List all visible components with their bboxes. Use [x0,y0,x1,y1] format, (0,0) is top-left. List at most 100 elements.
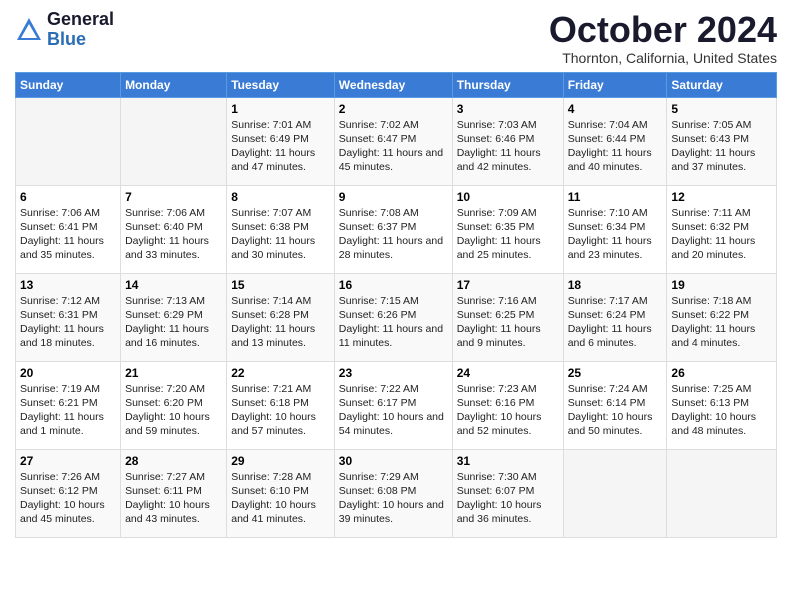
calendar-week-row: 6Sunrise: 7:06 AM Sunset: 6:41 PM Daylig… [16,185,777,273]
day-info: Sunrise: 7:27 AM Sunset: 6:11 PM Dayligh… [125,470,222,527]
calendar-cell [667,449,777,537]
day-info: Sunrise: 7:04 AM Sunset: 6:44 PM Dayligh… [568,118,663,175]
day-number: 10 [457,190,559,204]
day-number: 21 [125,366,222,380]
day-info: Sunrise: 7:08 AM Sunset: 6:37 PM Dayligh… [339,206,448,263]
day-number: 31 [457,454,559,468]
calendar-cell: 29Sunrise: 7:28 AM Sunset: 6:10 PM Dayli… [227,449,335,537]
day-info: Sunrise: 7:07 AM Sunset: 6:38 PM Dayligh… [231,206,330,263]
day-info: Sunrise: 7:14 AM Sunset: 6:28 PM Dayligh… [231,294,330,351]
calendar-cell: 18 Sunrise: 7:17 AM Sunset: 6:24 PM Dayli… [563,273,667,361]
day-info: Sunrise: 7:24 AM Sunset: 6:14 PM Dayligh… [568,382,663,439]
day-number: 17 [457,278,559,292]
day-info: Sunrise: 7:17 AM Sunset: 6:24 PM Dayligh… [568,294,663,351]
day-number: 30 [339,454,448,468]
day-info: Sunrise: 7:05 AM Sunset: 6:43 PM Dayligh… [671,118,772,175]
day-info: Sunrise: 7:18 AM Sunset: 6:22 PM Dayligh… [671,294,772,351]
calendar-cell: 8 Sunrise: 7:07 AM Sunset: 6:38 PM Daylig… [227,185,335,273]
calendar-cell [563,449,667,537]
calendar-week-row: 13 Sunrise: 7:12 AM Sunset: 6:31 PM Dayli… [16,273,777,361]
location: Thornton, California, United States [549,50,777,66]
calendar-cell: 1 Sunrise: 7:01 AM Sunset: 6:49 PM Daylig… [227,97,335,185]
calendar-cell: 28 Sunrise: 7:27 AM Sunset: 6:11 PM Dayli… [121,449,227,537]
day-number: 15 [231,278,330,292]
header-sunday: Sunday [16,72,121,97]
day-number: 13 [20,278,116,292]
calendar-cell [121,97,227,185]
calendar-cell: 22Sunrise: 7:21 AM Sunset: 6:18 PM Dayli… [227,361,335,449]
calendar-cell: 11Sunrise: 7:10 AM Sunset: 6:34 PM Dayli… [563,185,667,273]
calendar-cell: 19 Sunrise: 7:18 AM Sunset: 6:22 PM Dayli… [667,273,777,361]
title-area: October 2024 Thornton, California, Unite… [549,10,777,66]
header-friday: Friday [563,72,667,97]
calendar-week-row: 20Sunrise: 7:19 AM Sunset: 6:21 PM Dayli… [16,361,777,449]
day-info: Sunrise: 7:03 AM Sunset: 6:46 PM Dayligh… [457,118,559,175]
day-number: 14 [125,278,222,292]
day-number: 8 [231,190,330,204]
calendar-cell: 10 Sunrise: 7:09 AM Sunset: 6:35 PM Dayli… [452,185,563,273]
header-saturday: Saturday [667,72,777,97]
day-info: Sunrise: 7:06 AM Sunset: 6:41 PM Dayligh… [20,206,116,263]
day-number: 19 [671,278,772,292]
day-number: 28 [125,454,222,468]
header-monday: Monday [121,72,227,97]
day-info: Sunrise: 7:09 AM Sunset: 6:35 PM Dayligh… [457,206,559,263]
day-info: Sunrise: 7:30 AM Sunset: 6:07 PM Dayligh… [457,470,559,527]
day-info: Sunrise: 7:16 AM Sunset: 6:25 PM Dayligh… [457,294,559,351]
day-number: 2 [339,102,448,116]
calendar-table: SundayMondayTuesdayWednesdayThursdayFrid… [15,72,777,538]
calendar-week-row: 1 Sunrise: 7:01 AM Sunset: 6:49 PM Daylig… [16,97,777,185]
calendar-cell: 2Sunrise: 7:02 AM Sunset: 6:47 PM Daylig… [334,97,452,185]
month-title: October 2024 [549,10,777,50]
day-info: Sunrise: 7:19 AM Sunset: 6:21 PM Dayligh… [20,382,116,439]
day-info: Sunrise: 7:15 AM Sunset: 6:26 PM Dayligh… [339,294,448,351]
calendar-header-row: SundayMondayTuesdayWednesdayThursdayFrid… [16,72,777,97]
day-info: Sunrise: 7:13 AM Sunset: 6:29 PM Dayligh… [125,294,222,351]
calendar-cell: 17 Sunrise: 7:16 AM Sunset: 6:25 PM Dayli… [452,273,563,361]
calendar-cell: 27 Sunrise: 7:26 AM Sunset: 6:12 PM Dayli… [16,449,121,537]
calendar-cell: 31 Sunrise: 7:30 AM Sunset: 6:07 PM Dayli… [452,449,563,537]
header-thursday: Thursday [452,72,563,97]
day-number: 24 [457,366,559,380]
day-info: Sunrise: 7:26 AM Sunset: 6:12 PM Dayligh… [20,470,116,527]
day-info: Sunrise: 7:06 AM Sunset: 6:40 PM Dayligh… [125,206,222,263]
day-number: 27 [20,454,116,468]
calendar-cell: 21Sunrise: 7:20 AM Sunset: 6:20 PM Dayli… [121,361,227,449]
day-info: Sunrise: 7:11 AM Sunset: 6:32 PM Dayligh… [671,206,772,263]
day-number: 1 [231,102,330,116]
day-number: 18 [568,278,663,292]
header-wednesday: Wednesday [334,72,452,97]
calendar-week-row: 27 Sunrise: 7:26 AM Sunset: 6:12 PM Dayli… [16,449,777,537]
calendar-cell: 3 Sunrise: 7:03 AM Sunset: 6:46 PM Daylig… [452,97,563,185]
calendar-cell: 26 Sunrise: 7:25 AM Sunset: 6:13 PM Dayli… [667,361,777,449]
day-info: Sunrise: 7:25 AM Sunset: 6:13 PM Dayligh… [671,382,772,439]
day-info: Sunrise: 7:01 AM Sunset: 6:49 PM Dayligh… [231,118,330,175]
logo-icon [15,16,43,44]
day-info: Sunrise: 7:21 AM Sunset: 6:18 PM Dayligh… [231,382,330,439]
calendar-cell: 24 Sunrise: 7:23 AM Sunset: 6:16 PM Dayli… [452,361,563,449]
calendar-cell: 13 Sunrise: 7:12 AM Sunset: 6:31 PM Dayli… [16,273,121,361]
logo-blue: Blue [47,30,114,50]
day-info: Sunrise: 7:12 AM Sunset: 6:31 PM Dayligh… [20,294,116,351]
day-number: 25 [568,366,663,380]
calendar-cell: 12 Sunrise: 7:11 AM Sunset: 6:32 PM Dayli… [667,185,777,273]
calendar-cell [16,97,121,185]
header-tuesday: Tuesday [227,72,335,97]
day-number: 7 [125,190,222,204]
day-info: Sunrise: 7:28 AM Sunset: 6:10 PM Dayligh… [231,470,330,527]
calendar-cell: 9Sunrise: 7:08 AM Sunset: 6:37 PM Daylig… [334,185,452,273]
day-info: Sunrise: 7:10 AM Sunset: 6:34 PM Dayligh… [568,206,663,263]
calendar-cell: 25 Sunrise: 7:24 AM Sunset: 6:14 PM Dayli… [563,361,667,449]
day-number: 26 [671,366,772,380]
calendar-cell: 14 Sunrise: 7:13 AM Sunset: 6:29 PM Dayli… [121,273,227,361]
day-number: 12 [671,190,772,204]
calendar-cell: 7 Sunrise: 7:06 AM Sunset: 6:40 PM Daylig… [121,185,227,273]
logo: General Blue [15,10,114,50]
day-info: Sunrise: 7:23 AM Sunset: 6:16 PM Dayligh… [457,382,559,439]
logo-text: General Blue [47,10,114,50]
calendar-cell: 6Sunrise: 7:06 AM Sunset: 6:41 PM Daylig… [16,185,121,273]
logo-general: General [47,10,114,30]
day-number: 23 [339,366,448,380]
page-header: General Blue October 2024 Thornton, Cali… [15,10,777,66]
day-number: 3 [457,102,559,116]
